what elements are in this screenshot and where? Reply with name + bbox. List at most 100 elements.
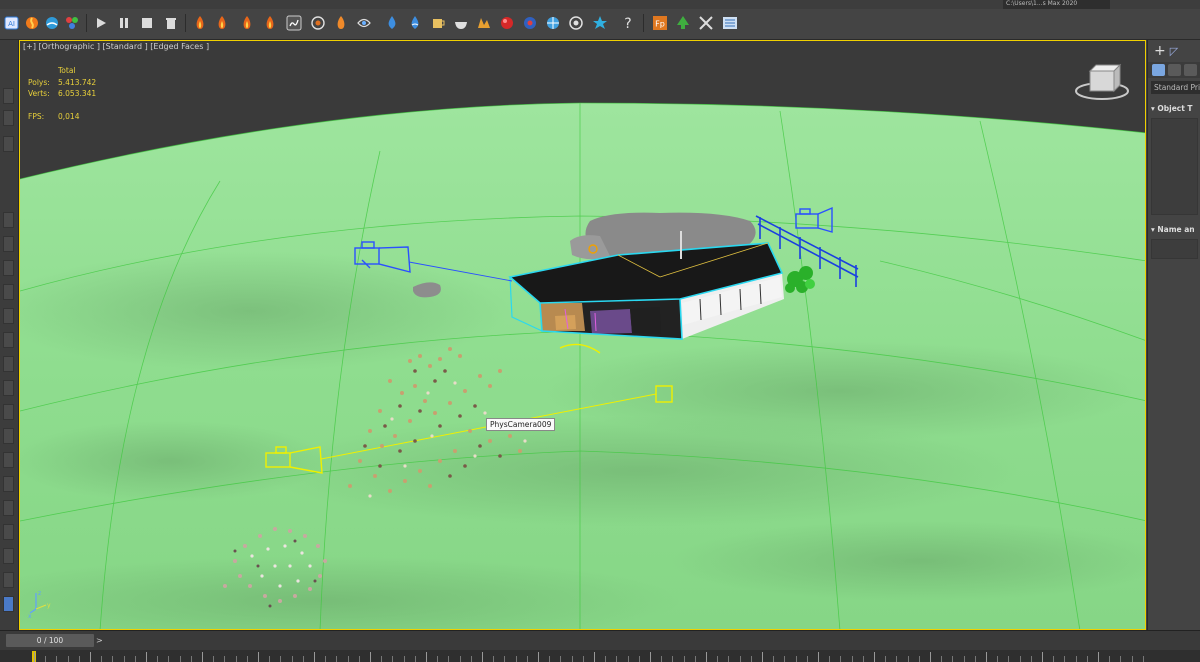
sphere-button[interactable] (497, 13, 517, 33)
track-bar-ruler[interactable] (0, 650, 1200, 662)
ruler-tick (616, 656, 618, 662)
ruler-tick (526, 656, 528, 662)
list-button[interactable] (720, 13, 740, 33)
left-strip-tab[interactable] (3, 332, 14, 348)
fire-sim-button-3[interactable] (237, 13, 257, 33)
bowl-button[interactable] (451, 13, 471, 33)
ruler-tick (45, 656, 47, 662)
ruler-tick (437, 656, 439, 662)
name-color-rollout[interactable]: ▾ Name an (1148, 223, 1200, 237)
left-strip-tab[interactable] (3, 236, 14, 252)
water-button[interactable] (42, 13, 62, 33)
red-sphere-icon (501, 17, 513, 29)
left-strip-tab[interactable] (3, 356, 14, 372)
ruler-tick (773, 656, 775, 662)
time-slider[interactable]: 0 / 100 (6, 634, 94, 647)
fire-button[interactable] (22, 13, 42, 33)
left-strip-tab[interactable] (3, 476, 14, 492)
left-strip-tab[interactable] (3, 452, 14, 468)
liquid-button[interactable] (382, 13, 402, 33)
left-strip-tab[interactable] (3, 212, 14, 228)
left-strip-tab[interactable] (3, 136, 14, 152)
ruler-tick (594, 652, 595, 662)
left-strip-tab-active[interactable] (3, 596, 14, 612)
cup-button[interactable] (428, 13, 448, 33)
left-strip-tab[interactable] (3, 308, 14, 324)
viewcube (1075, 63, 1129, 100)
geometry-icon[interactable] (1152, 64, 1165, 76)
ruler-tick (1030, 656, 1032, 662)
left-strip-tab[interactable] (3, 404, 14, 420)
target-icon (569, 16, 583, 30)
colors-button[interactable] (62, 13, 82, 33)
forest-pack-button[interactable]: Fp (650, 13, 670, 33)
ruler-tick (134, 656, 136, 662)
left-strip-tab[interactable] (3, 260, 14, 276)
geometry-type-dropdown[interactable]: Standard Pri (1151, 81, 1200, 94)
left-strip-tab[interactable] (3, 380, 14, 396)
swirl-button[interactable] (308, 13, 328, 33)
cup-icon (433, 19, 445, 28)
object-type-rollout[interactable]: ▾ Object T (1148, 102, 1200, 116)
foam-button[interactable] (474, 13, 494, 33)
camera-tooltip: PhysCamera009 (486, 418, 556, 431)
chaos-button[interactable] (590, 13, 610, 33)
delete-button[interactable] (161, 13, 181, 33)
ruler-tick (795, 656, 797, 662)
ruler-tick (1120, 656, 1122, 662)
ruler-tick (314, 652, 315, 662)
smoke-button[interactable] (284, 13, 304, 33)
fire-sim-button-2[interactable] (212, 13, 232, 33)
ai-button[interactable]: AI (2, 13, 22, 33)
left-strip-tab[interactable] (3, 110, 14, 126)
viewport-label-menu[interactable]: [+] [Orthographic ] [Standard ] [Edged F… (23, 42, 209, 51)
stop-button[interactable] (137, 13, 157, 33)
ruler-tick (302, 656, 304, 662)
ruler-tick (515, 656, 517, 662)
ruler-tick (840, 656, 842, 662)
name-field-area (1151, 239, 1198, 259)
vortex-button[interactable] (354, 13, 374, 33)
emitter-button[interactable] (520, 13, 540, 33)
ruler-tick (370, 652, 371, 662)
ruler-tick (246, 656, 248, 662)
left-strip-tab[interactable] (3, 500, 14, 516)
shapes-icon[interactable] (1168, 64, 1181, 76)
railclone-button[interactable] (673, 13, 693, 33)
ruler-tick (448, 656, 450, 662)
pause-button[interactable] (114, 13, 134, 33)
flame-icon (196, 16, 204, 29)
svg-text:z: z (38, 590, 41, 597)
left-tool-strip[interactable] (0, 40, 19, 630)
create-tab-plus-icon[interactable]: + (1154, 43, 1166, 59)
liquid-button-2[interactable] (405, 13, 425, 33)
fire-sim-button-4[interactable] (260, 13, 280, 33)
ruler-tick (1075, 656, 1077, 662)
fps-value: 0,014 (58, 111, 80, 121)
left-strip-tab[interactable] (3, 284, 14, 300)
flame-source-button[interactable] (331, 13, 351, 33)
modify-tab-icon[interactable]: ◸ (1170, 45, 1178, 58)
left-strip-tab[interactable] (3, 88, 14, 104)
project-path-field[interactable]: C:\Users\1...s Max 2020 (1003, 0, 1110, 9)
ruler-tick (1042, 652, 1043, 662)
target-button[interactable] (566, 13, 586, 33)
fire-sim-button-1[interactable] (190, 13, 210, 33)
ruler-tick (638, 656, 640, 662)
next-frame-button[interactable]: > (96, 634, 106, 647)
ruler-tick (1008, 656, 1010, 662)
ruler-tick (739, 656, 741, 662)
flame-icon (337, 16, 345, 29)
tools-button[interactable] (696, 13, 716, 33)
orthographic-viewport[interactable]: z y x [+] [Orthographic ] [Standard ] [E… (19, 40, 1146, 630)
left-strip-tab[interactable] (3, 428, 14, 444)
help-button[interactable]: ? (618, 13, 638, 33)
ruler-tick (627, 656, 629, 662)
left-strip-tab[interactable] (3, 524, 14, 540)
lights-icon[interactable] (1184, 64, 1197, 76)
left-strip-tab[interactable] (3, 572, 14, 588)
globe-button[interactable] (543, 13, 563, 33)
left-strip-tab[interactable] (3, 548, 14, 564)
play-button[interactable] (91, 13, 111, 33)
ruler-tick (661, 656, 663, 662)
